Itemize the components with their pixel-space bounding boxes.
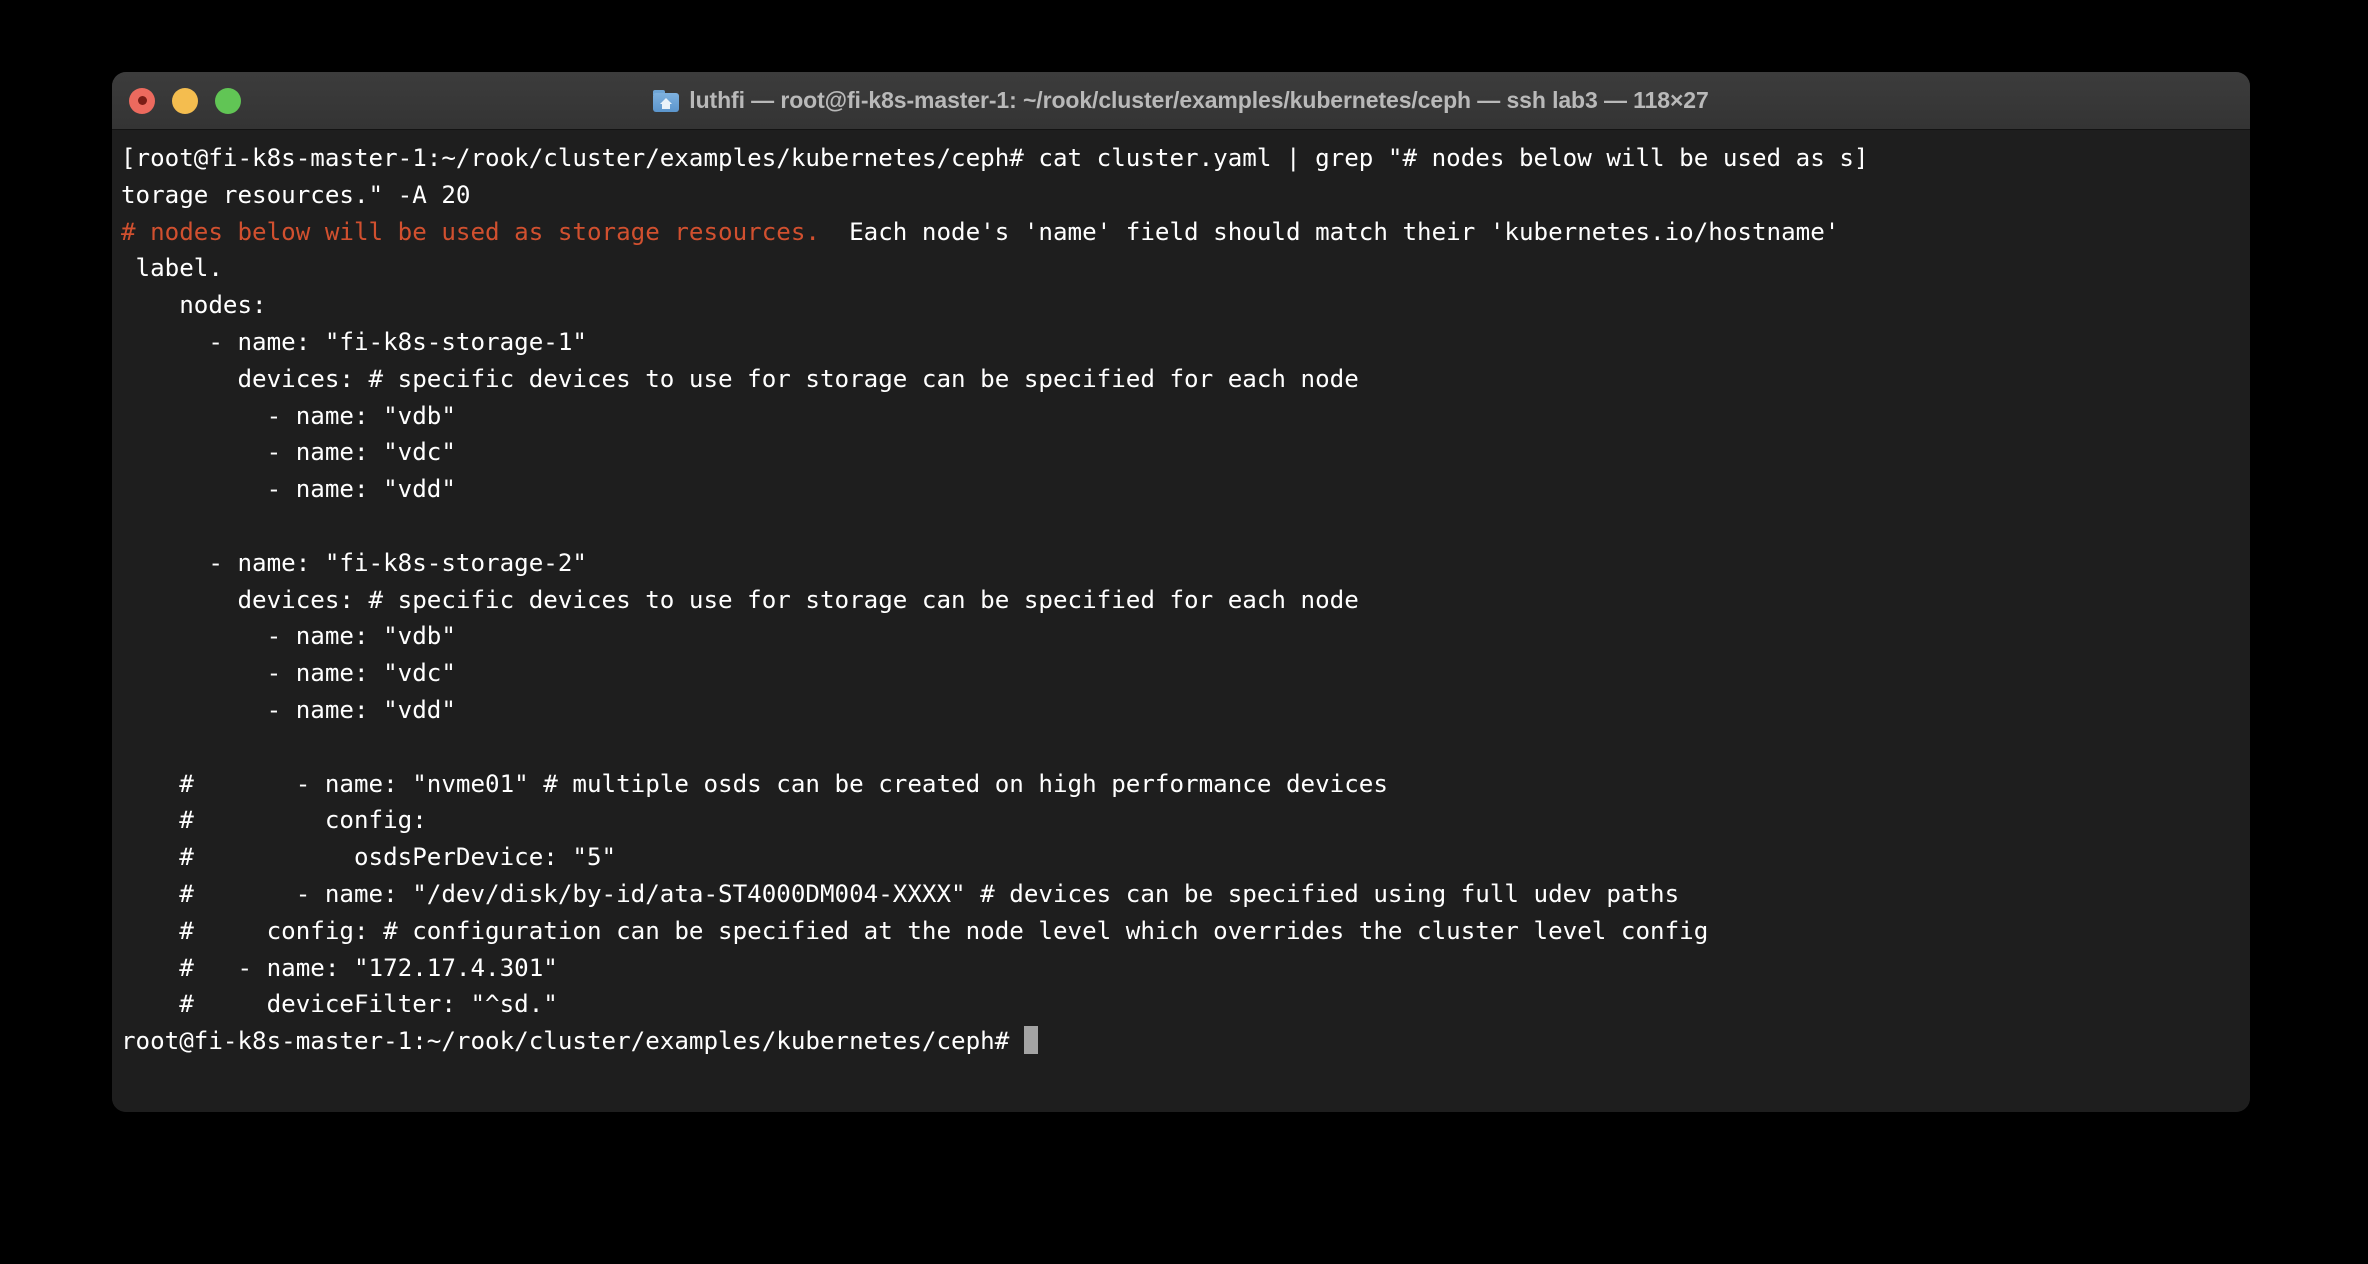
terminal-line: # - name: "172.17.4.301" xyxy=(121,953,558,982)
terminal-cursor xyxy=(1023,1026,1038,1055)
terminal-line: - name: "vdc" xyxy=(121,438,456,467)
terminal-line: - name: "vdb" xyxy=(121,401,456,430)
terminal-line: # nodes below will be used as storage re… xyxy=(121,217,1840,246)
window-title: luthfi — root@fi-k8s-master-1: ~/rook/cl… xyxy=(689,87,1709,113)
minimize-window-button[interactable] xyxy=(172,87,198,114)
terminal-line: # osdsPerDevice: "5" xyxy=(121,843,617,872)
terminal-line: - name: "fi-k8s-storage-2" xyxy=(121,548,587,577)
terminal-line: # deviceFilter: "^sd." xyxy=(121,990,558,1019)
close-window-button[interactable] xyxy=(129,87,155,114)
terminal-line: # config: xyxy=(121,806,427,835)
terminal-line: - name: "vdd" xyxy=(121,475,456,504)
terminal-line: devices: # specific devices to use for s… xyxy=(121,585,1359,614)
terminal-line: nodes: xyxy=(121,291,267,320)
terminal-line: torage resources." -A 20 xyxy=(121,180,471,209)
terminal-line: # - name: "nvme01" # multiple osds can b… xyxy=(121,769,1388,798)
terminal-line: [root@fi-k8s-master-1:~/rook/cluster/exa… xyxy=(121,144,1869,172)
home-folder-icon xyxy=(653,89,680,112)
title-group: luthfi — root@fi-k8s-master-1: ~/rook/cl… xyxy=(653,87,1709,114)
window-controls xyxy=(129,72,241,129)
terminal-line: root@fi-k8s-master-1:~/rook/cluster/exam… xyxy=(121,1023,2244,1060)
terminal-line: # - name: "/dev/disk/by-id/ata-ST4000DM0… xyxy=(121,879,1680,908)
zoom-window-button[interactable] xyxy=(215,87,241,114)
terminal-line: - name: "vdb" xyxy=(121,622,456,651)
terminal-line: - name: "vdd" xyxy=(121,695,456,724)
terminal-window: luthfi — root@fi-k8s-master-1: ~/rook/cl… xyxy=(112,72,2250,1112)
terminal-output[interactable]: [root@fi-k8s-master-1:~/rook/cluster/exa… xyxy=(112,140,2250,1060)
terminal-scroll-area[interactable]: [root@fi-k8s-master-1:~/rook/cluster/exa… xyxy=(112,130,2250,1112)
grep-match-text: # nodes below will be used as storage re… xyxy=(121,217,820,246)
desktop-background: luthfi — root@fi-k8s-master-1: ~/rook/cl… xyxy=(0,0,2368,1264)
terminal-line: - name: "vdc" xyxy=(121,659,456,688)
terminal-line: - name: "fi-k8s-storage-1" xyxy=(121,327,587,356)
terminal-line: # config: # configuration can be specifi… xyxy=(121,916,1709,945)
terminal-line: label. xyxy=(121,254,223,283)
terminal-title-bar[interactable]: luthfi — root@fi-k8s-master-1: ~/rook/cl… xyxy=(112,72,2250,130)
terminal-line: devices: # specific devices to use for s… xyxy=(121,364,1359,393)
